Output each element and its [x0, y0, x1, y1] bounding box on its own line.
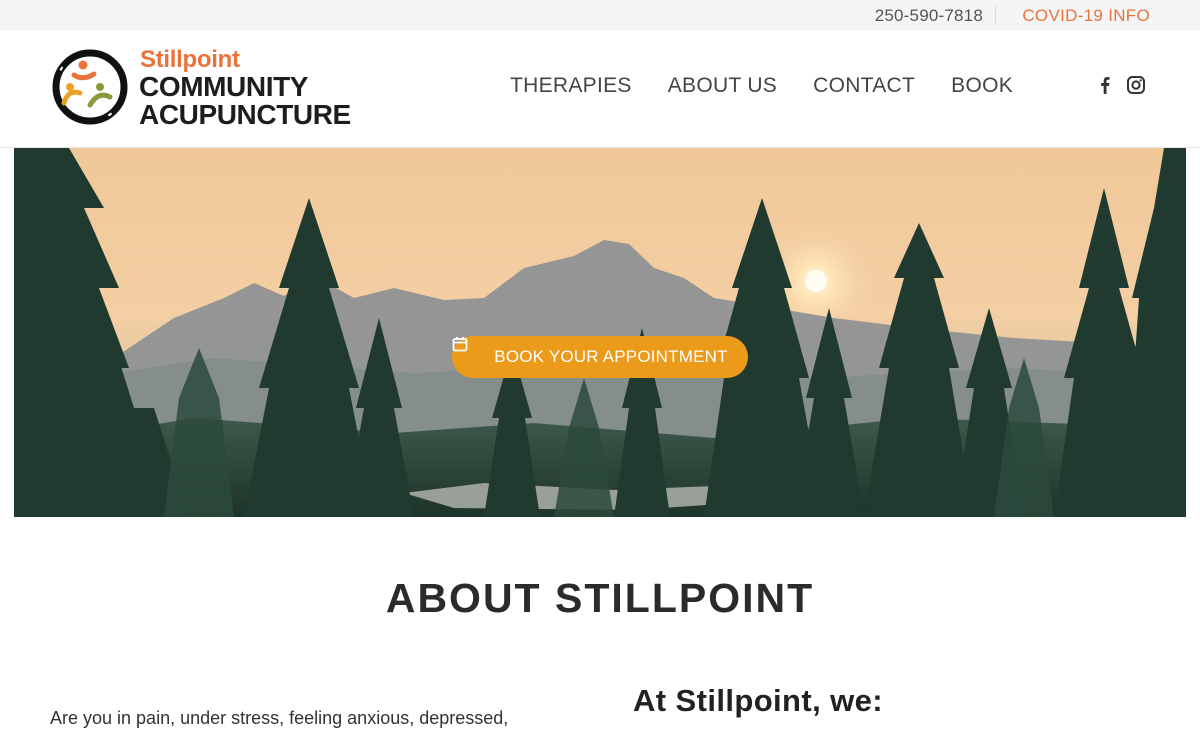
logo-text-acupuncture: ACUPUNCTURE	[139, 99, 351, 130]
nav-item-book[interactable]: BOOK	[951, 74, 1013, 102]
phone-number[interactable]: 250-590-7818	[875, 6, 983, 26]
book-appointment-button[interactable]: BOOK YOUR APPOINTMENT	[452, 336, 748, 378]
site-header: Stillpoint COMMUNITY ACUPUNCTURE THERAPI…	[0, 30, 1200, 148]
covid-info-link[interactable]: COVID-19 INFO	[1022, 6, 1150, 26]
logo-text-stillpoint: Stillpoint	[140, 46, 240, 73]
about-title: ABOUT STILLPOINT	[385, 575, 815, 621]
nav-item-therapies[interactable]: THERAPIES	[510, 74, 632, 102]
main-nav: THERAPIES ABOUT US CONTACT BOOK	[510, 74, 1049, 102]
about-intro-text: Are you in pain, under stress, feeling a…	[50, 708, 509, 728]
nav-item-about-us[interactable]: ABOUT US	[668, 74, 777, 102]
book-appointment-label: BOOK YOUR APPOINTMENT	[494, 347, 728, 366]
logo-mark-icon	[52, 49, 128, 125]
hero-landscape-image	[14, 148, 1186, 517]
facebook-icon[interactable]	[1096, 75, 1114, 95]
top-utility-bar: 250-590-7818 COVID-19 INFO	[0, 0, 1200, 30]
instagram-icon[interactable]	[1126, 75, 1145, 95]
hero-banner: BOOK YOUR APPOINTMENT	[14, 148, 1186, 517]
nav-item-contact[interactable]: CONTACT	[813, 74, 915, 102]
site-logo[interactable]: Stillpoint COMMUNITY ACUPUNCTURE	[50, 46, 360, 132]
logo-text-community: COMMUNITY	[139, 71, 309, 102]
we-heading: At Stillpoint, we:	[633, 683, 884, 718]
calendar-icon	[452, 337, 488, 365]
topbar-divider	[995, 5, 996, 25]
social-links	[1096, 75, 1145, 95]
